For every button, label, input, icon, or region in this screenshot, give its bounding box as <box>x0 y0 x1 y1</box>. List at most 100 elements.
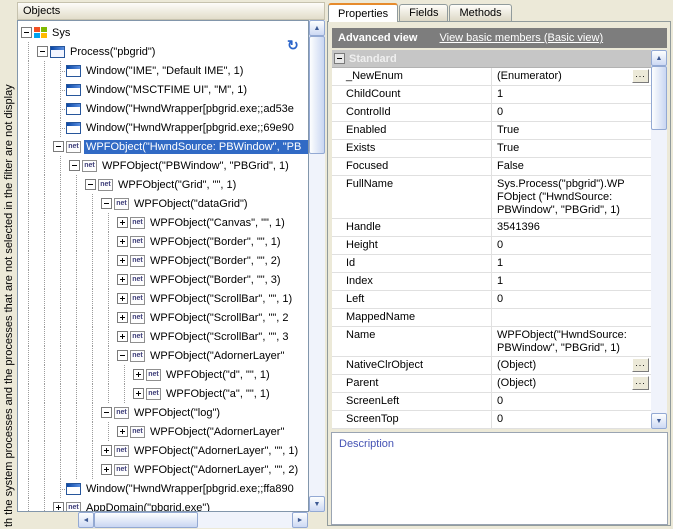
tree-node[interactable]: netAppDomain("pbgrid.exe") <box>18 498 308 512</box>
collapse-toggle-icon[interactable] <box>85 179 96 190</box>
tree-node[interactable]: Sys <box>18 23 308 42</box>
tree-indent-line <box>85 194 101 213</box>
tree-indent-line <box>21 365 37 384</box>
tree-indent-line <box>101 365 117 384</box>
property-value[interactable]: 0 <box>491 237 651 254</box>
scroll-left-icon[interactable]: ◄ <box>78 512 94 528</box>
property-value[interactable]: 3541396 <box>491 219 651 236</box>
tab-methods[interactable]: Methods <box>449 4 511 21</box>
tree-node[interactable]: Window("MSCTFIME UI", "M", 1) <box>18 80 308 99</box>
standard-section-header[interactable]: Standard <box>332 50 651 68</box>
property-row: Index1 <box>332 273 651 291</box>
tree-node[interactable]: netWPFObject("AdornerLayer", "", 1) <box>18 441 308 460</box>
tree-node[interactable]: Process("pbgrid") <box>18 42 308 61</box>
tree-node[interactable]: Window("IME", "Default IME", 1) <box>18 61 308 80</box>
net-icon: net <box>114 407 129 419</box>
tab-properties[interactable]: Properties <box>328 3 398 22</box>
tree-node[interactable]: netWPFObject("Border", "", 1) <box>18 232 308 251</box>
scroll-right-icon[interactable]: ► <box>292 512 308 528</box>
ellipsis-button[interactable]: ... <box>632 376 649 390</box>
expand-toggle-icon[interactable] <box>117 312 128 323</box>
property-value[interactable]: (Object) <box>491 357 651 374</box>
expand-toggle-icon[interactable] <box>117 274 128 285</box>
property-value[interactable]: Sys.Process("pbgrid").WPFObject ("HwndSo… <box>491 176 651 218</box>
tree-node[interactable]: netWPFObject("log") <box>18 403 308 422</box>
refresh-icon[interactable]: ↻ <box>287 38 299 52</box>
property-value[interactable]: 0 <box>491 104 651 121</box>
tree-node[interactable]: netWPFObject("Border", "", 3) <box>18 270 308 289</box>
collapse-toggle-icon[interactable] <box>334 53 345 64</box>
expand-toggle-icon[interactable] <box>133 369 144 380</box>
property-row: _NewEnum(Enumerator)... <box>332 68 651 86</box>
collapse-toggle-icon[interactable] <box>53 141 64 152</box>
tree-node[interactable]: netWPFObject("AdornerLayer" <box>18 422 308 441</box>
expand-toggle-icon[interactable] <box>117 331 128 342</box>
collapse-toggle-icon[interactable] <box>37 46 48 57</box>
property-value[interactable]: 1 <box>491 273 651 290</box>
tree-indent-line <box>69 289 85 308</box>
property-value[interactable]: 0 <box>491 411 651 428</box>
tree-node[interactable]: netWPFObject("Canvas", "", 1) <box>18 213 308 232</box>
scrollbar-thumb[interactable] <box>309 36 325 154</box>
tree-node[interactable]: netWPFObject("PBWindow", "PBGrid", 1) <box>18 156 308 175</box>
property-value[interactable]: (Object) <box>491 375 651 392</box>
property-value[interactable]: 0 <box>491 291 651 308</box>
expand-toggle-icon[interactable] <box>133 388 144 399</box>
tree-indent-line <box>85 346 101 365</box>
property-value[interactable]: 0 <box>491 393 651 410</box>
property-value[interactable] <box>491 309 651 326</box>
tree-vertical-scrollbar[interactable]: ▲ ▼ <box>309 20 325 512</box>
tree-node[interactable]: netWPFObject("AdornerLayer", "", 2) <box>18 460 308 479</box>
collapse-toggle-icon[interactable] <box>117 350 128 361</box>
tree-node[interactable]: netWPFObject("d", "", 1) <box>18 365 308 384</box>
property-grid-scrollbar[interactable]: ▲ ▼ <box>651 50 667 429</box>
scroll-up-icon[interactable]: ▲ <box>651 50 667 66</box>
tree-node[interactable]: Window("HwndWrapper[pbgrid.exe;;ad53e <box>18 99 308 118</box>
tree-horizontal-scrollbar[interactable]: ◄ ► <box>78 512 308 528</box>
tree-node[interactable]: Window("HwndWrapper[pbgrid.exe;;ffa890 <box>18 479 308 498</box>
tree-node[interactable]: netWPFObject("a", "", 1) <box>18 384 308 403</box>
ellipsis-button[interactable]: ... <box>632 358 649 372</box>
property-value[interactable]: (Enumerator) <box>491 68 651 85</box>
property-row: FocusedFalse <box>332 158 651 176</box>
scroll-up-icon[interactable]: ▲ <box>309 20 325 36</box>
scroll-down-icon[interactable]: ▼ <box>651 413 667 429</box>
tree-node[interactable]: netWPFObject("Border", "", 2) <box>18 251 308 270</box>
tree-node[interactable]: netWPFObject("AdornerLayer" <box>18 346 308 365</box>
tree-node[interactable]: netWPFObject("ScrollBar", "", 2 <box>18 308 308 327</box>
property-name: Exists <box>332 140 491 157</box>
property-value[interactable]: 1 <box>491 86 651 103</box>
tree-node[interactable]: netWPFObject("dataGrid") <box>18 194 308 213</box>
basic-view-link[interactable]: View basic members (Basic view) <box>439 32 603 44</box>
properties-tab-page: Advanced view View basic members (Basic … <box>327 21 671 526</box>
scrollbar-thumb[interactable] <box>94 512 198 528</box>
expand-toggle-icon[interactable] <box>117 236 128 247</box>
collapse-toggle-icon[interactable] <box>21 27 32 38</box>
property-value[interactable]: True <box>491 122 651 139</box>
property-value[interactable]: True <box>491 140 651 157</box>
property-value[interactable]: False <box>491 158 651 175</box>
collapse-toggle-icon[interactable] <box>101 407 112 418</box>
tree-node-label: WPFObject("HwndSource: PBWindow", "PB <box>84 140 308 154</box>
collapse-toggle-icon[interactable] <box>101 198 112 209</box>
tree-node[interactable]: Window("HwndWrapper[pbgrid.exe;;69e90 <box>18 118 308 137</box>
expand-toggle-icon[interactable] <box>117 293 128 304</box>
tree-node[interactable]: netWPFObject("HwndSource: PBWindow", "PB <box>18 137 308 156</box>
expand-toggle-icon[interactable] <box>117 426 128 437</box>
scrollbar-thumb[interactable] <box>651 66 667 130</box>
expand-toggle-icon[interactable] <box>117 217 128 228</box>
tree-node[interactable]: netWPFObject("ScrollBar", "", 3 <box>18 327 308 346</box>
property-value[interactable]: 1 <box>491 255 651 272</box>
tree-node[interactable]: netWPFObject("Grid", "", 1) <box>18 175 308 194</box>
ellipsis-button[interactable]: ... <box>632 69 649 83</box>
property-value[interactable]: WPFObject("HwndSource: PBWindow", "PBGri… <box>491 327 651 356</box>
expand-toggle-icon[interactable] <box>101 445 112 456</box>
expand-toggle-icon[interactable] <box>53 502 64 512</box>
expand-toggle-icon[interactable] <box>101 464 112 475</box>
collapse-toggle-icon[interactable] <box>69 160 80 171</box>
tab-fields[interactable]: Fields <box>399 4 448 21</box>
tree-node[interactable]: netWPFObject("ScrollBar", "", 1) <box>18 289 308 308</box>
scroll-down-icon[interactable]: ▼ <box>309 496 325 512</box>
tree-indent-line <box>53 251 69 270</box>
expand-toggle-icon[interactable] <box>117 255 128 266</box>
